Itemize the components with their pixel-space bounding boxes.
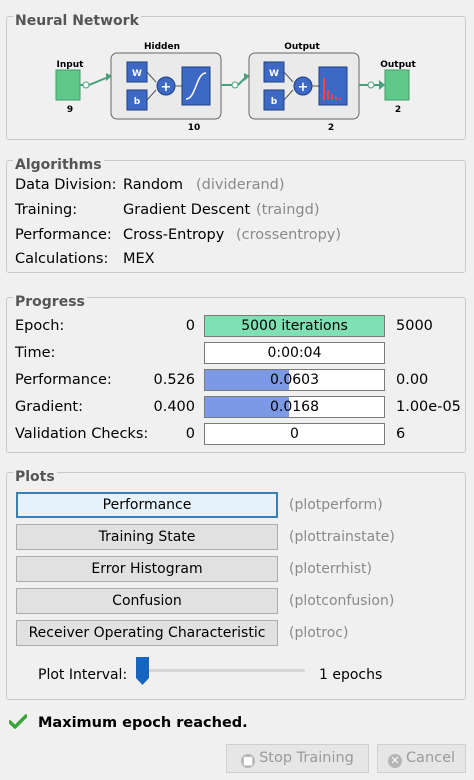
epoch-start: 0 (185, 318, 195, 334)
input-label: Input (57, 60, 85, 70)
input-size: 9 (67, 105, 73, 115)
performance-progress-bar: 0.0603 (204, 369, 385, 391)
svg-text:+: + (298, 80, 309, 95)
data-division-value: Random (123, 177, 184, 193)
output-layer-size: 2 (328, 123, 334, 133)
plot-interval-track (139, 669, 305, 672)
performance-fn: (crossentropy) (236, 227, 342, 243)
plot-interval-value: 1 epochs (319, 667, 383, 683)
output-block (384, 69, 410, 101)
training-value: Gradient Descent (123, 202, 251, 218)
plots-title: Plots (13, 469, 57, 485)
gradient-end: 1.00e-05 (396, 399, 461, 415)
cancel-label: Cancel (405, 749, 456, 766)
data-division-label: Data Division: (15, 177, 117, 193)
stop-icon: ■ (241, 753, 256, 768)
plot-error-histogram-fn: (ploterrhist) (289, 561, 372, 577)
hidden-size: 10 (188, 123, 201, 133)
performance-progress-text: 0.0603 (270, 372, 319, 388)
gradient-label: Gradient: (15, 399, 83, 415)
svg-text:+: + (161, 80, 172, 95)
svg-text:b: b (271, 97, 278, 107)
perf-label: Performance: (15, 372, 112, 388)
validation-start: 0 (185, 426, 195, 442)
plot-confusion-fn: (plotconfusion) (289, 593, 395, 609)
data-division-fn: (dividerand) (196, 177, 285, 193)
cancel-icon: ✕ (387, 753, 402, 768)
checkmark-icon (9, 714, 27, 729)
neural-network-title: Neural Network (13, 13, 141, 29)
plot-roc-button[interactable]: Receiver Operating Characteristic (16, 620, 278, 646)
perf-start: 0.526 (153, 372, 195, 388)
plot-training-state-fn: (plottrainstate) (289, 529, 395, 545)
plot-confusion-button[interactable]: Confusion (16, 588, 278, 614)
epoch-end: 5000 (396, 318, 433, 334)
gradient-progress-bar: 0.0168 (204, 396, 385, 418)
output-label: Output (380, 60, 416, 70)
training-label: Training: (15, 202, 78, 218)
cancel-button[interactable]: ✕ Cancel (377, 744, 466, 773)
algorithms-title: Algorithms (13, 157, 104, 173)
training-fn: (traingd) (256, 202, 320, 218)
epoch-progress-text: 5000 iterations (241, 318, 348, 334)
output-layer-label: Output (284, 42, 320, 52)
time-progress-bar: 0:00:04 (204, 342, 385, 364)
svg-text:b: b (134, 97, 141, 107)
validation-progress-text: 0 (290, 426, 299, 442)
performance-value: Cross-Entropy (123, 227, 225, 243)
progress-title: Progress (13, 294, 87, 310)
performance-label: Performance: (15, 227, 112, 243)
plot-performance-fn: (plotperform) (289, 497, 383, 513)
svg-text:W: W (132, 69, 142, 79)
plot-interval-thumb[interactable] (136, 656, 149, 686)
network-diagram: Input 9 Hidden W b + 10 Output W b + 2 O… (55, 42, 416, 133)
perf-end: 0.00 (396, 372, 429, 388)
gradient-start: 0.400 (153, 399, 195, 415)
svg-text:W: W (269, 69, 279, 79)
gradient-progress-text: 0.0168 (270, 399, 319, 415)
hidden-label: Hidden (144, 42, 180, 52)
plot-roc-fn: (plotroc) (289, 625, 349, 641)
calculations-value: MEX (123, 251, 155, 267)
plot-interval-slider[interactable] (135, 656, 305, 686)
calculations-label: Calculations: (15, 251, 109, 267)
stop-training-label: Stop Training (259, 749, 354, 766)
plot-performance-button[interactable]: Performance (16, 492, 278, 518)
plot-training-state-button[interactable]: Training State (16, 524, 278, 550)
epoch-progress-bar: 5000 iterations (204, 315, 385, 337)
status-message: Maximum epoch reached. (38, 715, 248, 731)
epoch-label: Epoch: (15, 318, 65, 334)
validation-progress-bar: 0 (204, 423, 385, 445)
plot-error-histogram-button[interactable]: Error Histogram (16, 556, 278, 582)
output-size: 2 (395, 105, 401, 115)
plot-interval-label: Plot Interval: (38, 667, 128, 683)
input-block (55, 69, 81, 101)
stop-training-button[interactable]: ■ Stop Training (226, 744, 369, 773)
time-label: Time: (15, 345, 56, 361)
validation-label: Validation Checks: (15, 426, 149, 442)
time-progress-text: 0:00:04 (267, 345, 322, 361)
validation-end: 6 (396, 426, 406, 442)
